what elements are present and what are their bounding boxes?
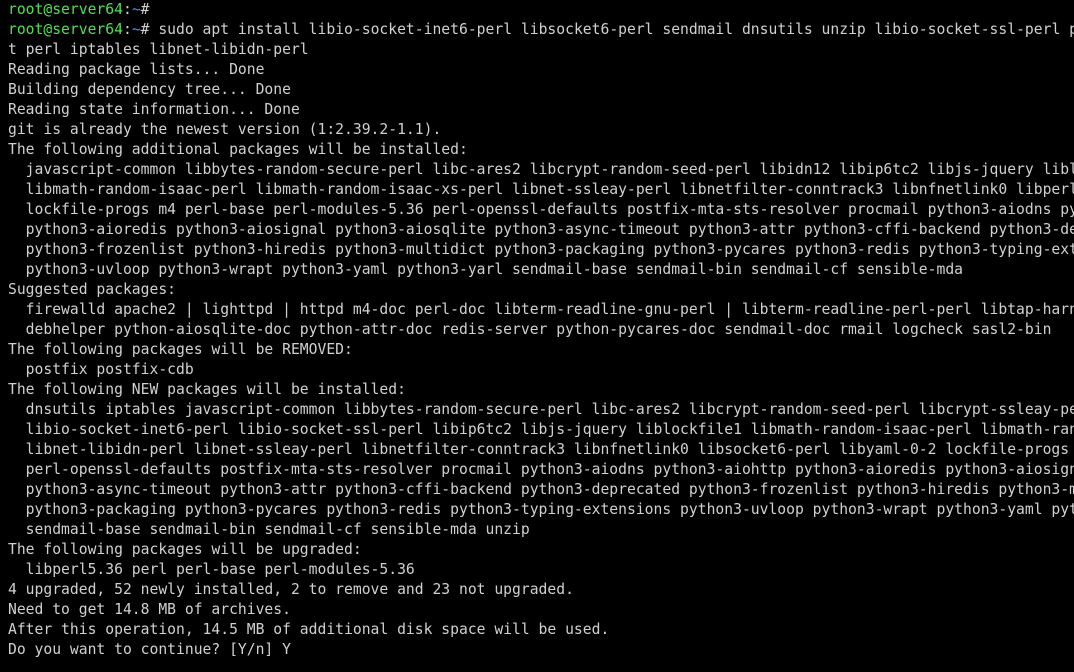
prompt-path: ~ xyxy=(131,1,141,18)
terminal-output-text: Need to get 14.8 MB of archives. xyxy=(8,601,291,618)
terminal-output-text: sendmail-base sendmail-bin sendmail-cf s… xyxy=(8,521,530,538)
terminal-output-text: python3-async-timeout python3-attr pytho… xyxy=(8,481,1074,498)
terminal-output-text: dnsutils iptables javascript-common libb… xyxy=(8,401,1074,418)
prompt-user-host: root@server64 xyxy=(8,21,123,38)
terminal-output-text: firewalld apache2 | lighttpd | httpd m4-… xyxy=(25,301,1074,318)
terminal-output-text: python3-frozenlist python3-hiredis pytho… xyxy=(8,241,1074,258)
prompt-path: ~ xyxy=(131,21,141,38)
terminal-output-line: libio-socket-inet6-perl libio-socket-ssl… xyxy=(8,420,1074,440)
terminal-output-text: perl-openssl-defaults postfix-mta-sts-re… xyxy=(25,461,1074,478)
terminal-output-line: python3-aioredis python3-aiosignal pytho… xyxy=(8,220,1074,240)
terminal-window[interactable]: root@server64:~# root@server64:~# sudo ap… xyxy=(0,0,1074,672)
terminal-output-line: python3-uvloop python3-wrapt python3-yam… xyxy=(8,260,1074,280)
terminal-output-line: Do you want to continue? [Y/n] Y xyxy=(8,640,1074,660)
terminal-output-line: python3-frozenlist python3-hiredis pytho… xyxy=(8,240,1074,260)
prompt-user-host: root@server64 xyxy=(8,1,123,18)
prompt-colon: : xyxy=(122,21,132,38)
terminal-output-text: python3-uvloop python3-wrapt python3-yam… xyxy=(8,261,964,278)
terminal-prompt-line: root@server64:~# sudo apt install libio-… xyxy=(8,20,1074,40)
terminal-output-line: libmath-random-isaac-perl libmath-random… xyxy=(8,180,1074,200)
terminal-output-line: After this operation, 14.5 MB of additio… xyxy=(8,620,1074,640)
terminal-output-text: git is already the newest version (1:2.3… xyxy=(8,121,442,138)
terminal-output-line: javascript-common libbytes-random-secure… xyxy=(8,160,1074,180)
terminal-output-text: The following packages will be upgraded: xyxy=(8,541,362,558)
terminal-output-text: The following NEW packages will be insta… xyxy=(8,381,406,398)
terminal-output-text: The following additional packages will b… xyxy=(8,141,468,158)
terminal-output-line: Building dependency tree... Done xyxy=(8,80,1074,100)
terminal-output-text: Suggested packages: xyxy=(8,281,177,298)
terminal-output-line: t perl iptables libnet-libidn-perl xyxy=(8,40,1074,60)
terminal-output-line: python3-async-timeout python3-attr pytho… xyxy=(8,480,1074,500)
terminal-output-text: Reading state information... Done xyxy=(8,101,300,118)
terminal-command-text: sudo apt install libio-socket-inet6-perl… xyxy=(158,21,1074,38)
terminal-output-line: perl-openssl-defaults postfix-mta-sts-re… xyxy=(8,460,1074,480)
terminal-output-text: 4 upgraded, 52 newly installed, 2 to rem… xyxy=(8,581,574,598)
terminal-output-line: libperl5.36 perl perl-base perl-modules-… xyxy=(8,560,1074,580)
terminal-output-line: The following packages will be REMOVED: xyxy=(8,340,1074,360)
terminal-output-text: python3-aioredis python3-aiosignal pytho… xyxy=(8,221,1074,238)
terminal-output-line: lockfile-progs m4 perl-base perl-modules… xyxy=(8,200,1074,220)
terminal-output-text: javascript-common libbytes-random-secure… xyxy=(8,161,1074,178)
terminal-output-text: Reading package lists... Done xyxy=(8,61,265,78)
terminal-output-text: t perl iptables libnet-libidn-perl xyxy=(8,41,309,58)
terminal-output-line: The following NEW packages will be insta… xyxy=(8,380,1074,400)
prompt-sigil: # xyxy=(140,1,150,18)
terminal-output-text: After this operation, 14.5 MB of additio… xyxy=(8,621,610,638)
terminal-output-line: debhelper python-aiosqlite-doc python-at… xyxy=(8,320,1074,340)
terminal-output-line: firewalld apache2 | lighttpd | httpd m4-… xyxy=(8,300,1074,320)
terminal-output-text: Building dependency tree... Done xyxy=(8,81,291,98)
terminal-output-line: The following packages will be upgraded: xyxy=(8,540,1074,560)
terminal-output-text: libperl5.36 perl perl-base perl-modules-… xyxy=(8,561,415,578)
prompt-sigil: # xyxy=(140,21,150,38)
prompt-colon: : xyxy=(122,1,132,18)
terminal-output-line: Reading package lists... Done xyxy=(8,60,1074,80)
terminal-output-text: lockfile-progs m4 perl-base perl-modules… xyxy=(25,201,1074,218)
terminal-prompt-line: root@server64:~# xyxy=(8,0,1074,20)
terminal-output-line: postfix postfix-cdb xyxy=(8,360,1074,380)
terminal-screen[interactable]: root@server64:~# root@server64:~# sudo ap… xyxy=(8,0,1074,660)
terminal-output-line: The following additional packages will b… xyxy=(8,140,1074,160)
terminal-output-text: debhelper python-aiosqlite-doc python-at… xyxy=(8,321,1052,338)
terminal-output-line: Suggested packages: xyxy=(8,280,1074,300)
terminal-output-line: git is already the newest version (1:2.3… xyxy=(8,120,1074,140)
terminal-output-text: libnet-libidn-perl libnet-ssleay-perl li… xyxy=(8,441,1074,458)
terminal-output-text: The following packages will be REMOVED: xyxy=(8,341,353,358)
terminal-output-text: libio-socket-inet6-perl libio-socket-ssl… xyxy=(25,421,1074,438)
terminal-output-text: python3-packaging python3-pycares python… xyxy=(8,501,1074,518)
terminal-output-line: sendmail-base sendmail-bin sendmail-cf s… xyxy=(8,520,1074,540)
terminal-output-line: dnsutils iptables javascript-common libb… xyxy=(8,400,1074,420)
terminal-output-text: postfix postfix-cdb xyxy=(8,361,194,378)
terminal-output-line: libnet-libidn-perl libnet-ssleay-perl li… xyxy=(8,440,1074,460)
terminal-output-line: Reading state information... Done xyxy=(8,100,1074,120)
terminal-output-text: Do you want to continue? [Y/n] Y xyxy=(8,641,291,658)
terminal-output-line: Need to get 14.8 MB of archives. xyxy=(8,600,1074,620)
terminal-output-line: 4 upgraded, 52 newly installed, 2 to rem… xyxy=(8,580,1074,600)
terminal-output-text: libmath-random-isaac-perl libmath-random… xyxy=(25,181,1074,198)
terminal-output-line: python3-packaging python3-pycares python… xyxy=(8,500,1074,520)
